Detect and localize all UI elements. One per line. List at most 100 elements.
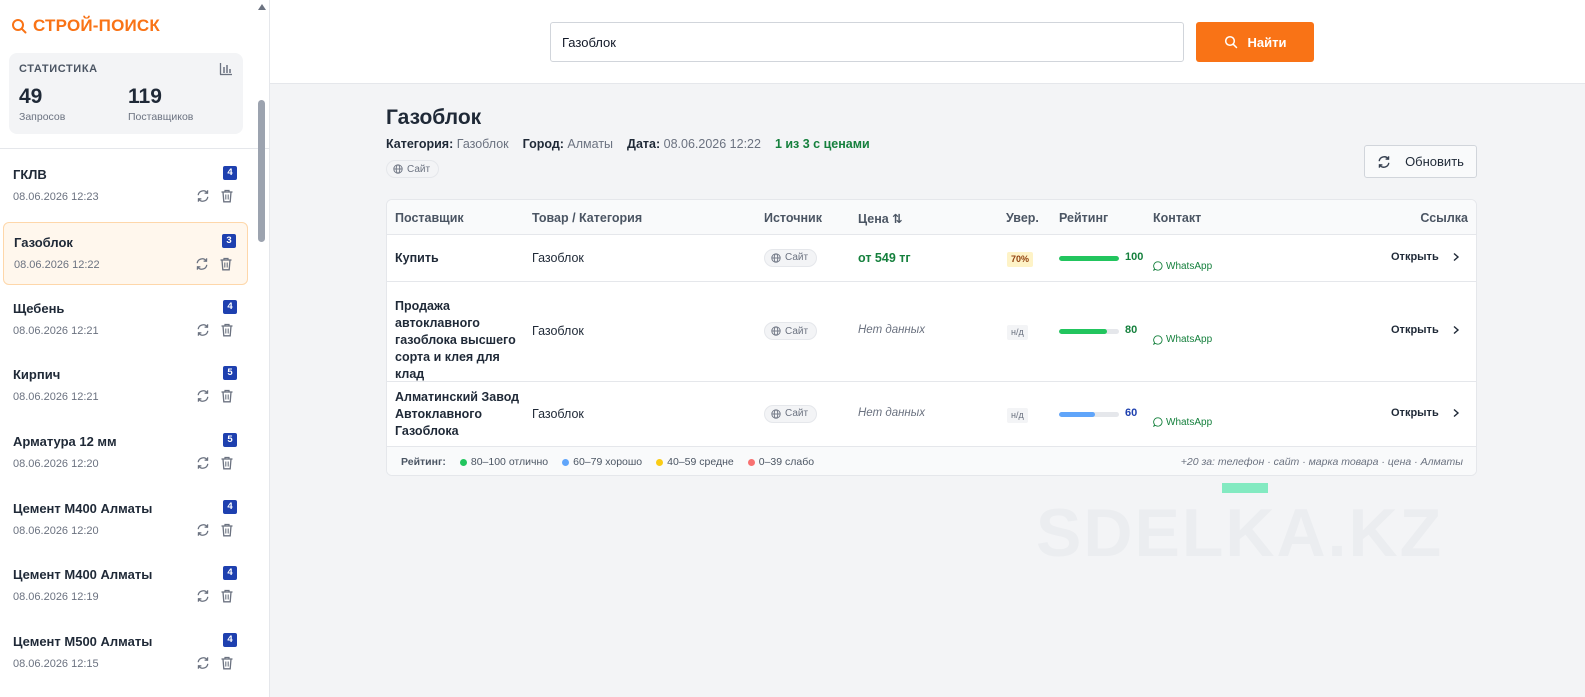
whatsapp-link[interactable]: WhatsApp	[1153, 417, 1212, 428]
search-input[interactable]	[550, 22, 1184, 62]
globe-icon	[393, 164, 403, 174]
whatsapp-link[interactable]: WhatsApp	[1153, 334, 1212, 345]
product-category: Газоблок	[532, 324, 584, 338]
history-item-name: Цемент М500 Алматы	[13, 634, 153, 649]
refresh-icon[interactable]	[196, 656, 210, 670]
table-footer: Рейтинг: 80–100 отлично 60–79 хорошо 40–59…	[387, 447, 1476, 475]
results-table: Поставщик Товар / Категория Источник Цен…	[386, 199, 1477, 476]
col-confidence: Увер.	[1006, 211, 1039, 225]
history-item-name: Кирпич	[13, 367, 61, 382]
globe-icon	[771, 408, 781, 419]
history-item[interactable]: Газоблок 08.06.2026 12:22 3	[3, 222, 248, 285]
trash-icon[interactable]	[220, 323, 234, 337]
history-item[interactable]: Цемент М400 Алматы 08.06.2026 12:19 4	[3, 555, 248, 618]
category-label: Категория:	[386, 137, 454, 151]
refresh-icon[interactable]	[195, 257, 209, 271]
legend-label: 60–79 хорошо	[573, 456, 643, 468]
trash-icon[interactable]	[219, 257, 233, 271]
refresh-icon[interactable]	[196, 389, 210, 403]
legend-title: Рейтинг:	[401, 456, 446, 468]
globe-icon	[771, 252, 781, 263]
trash-icon[interactable]	[220, 189, 234, 203]
source-tag: Сайт	[386, 160, 440, 178]
col-product: Товар / Категория	[532, 211, 643, 225]
history-item[interactable]: Цемент М500 Алматы 08.06.2026 12:15 4	[3, 622, 248, 685]
rating-value: 80	[1125, 324, 1138, 336]
col-price-sort[interactable]: Цена ⇅	[858, 211, 903, 226]
table-row: Продажа автоклавного газоблока высшего с…	[387, 282, 1476, 382]
city-label: Город:	[522, 137, 564, 151]
history-item[interactable]: ГКЛВ 08.06.2026 12:23 4	[3, 155, 248, 218]
trash-icon[interactable]	[220, 523, 234, 537]
col-link: Ссылка	[1420, 211, 1468, 225]
trash-icon[interactable]	[220, 656, 234, 670]
confidence-badge: н/д	[1007, 325, 1028, 340]
legend-item: 0–39 слабо	[747, 456, 814, 468]
rating-bar	[1059, 329, 1119, 334]
open-link[interactable]: Открыть	[1391, 324, 1461, 336]
refresh-icon[interactable]	[196, 323, 210, 337]
trash-icon[interactable]	[220, 389, 234, 403]
supplier-name: Алматинский Завод Автоклавного Газоблока	[395, 390, 520, 438]
scroll-up-arrow-icon[interactable]	[258, 4, 266, 10]
open-link[interactable]: Открыть	[1391, 407, 1461, 419]
trash-icon[interactable]	[220, 456, 234, 470]
refresh-icon[interactable]	[196, 523, 210, 537]
whatsapp-icon	[1153, 261, 1163, 271]
open-link-label: Открыть	[1391, 406, 1439, 419]
rating-bar	[1059, 255, 1119, 261]
refresh-button-label: Обновить	[1405, 154, 1464, 169]
brand-logo[interactable]: СТРОЙ-ПОИСК	[11, 16, 160, 36]
history-item-date: 08.06.2026 12:21	[13, 325, 99, 337]
green-highlight-mark	[1222, 483, 1268, 493]
history-item-count-badge: 4	[223, 633, 237, 647]
brand-name: СТРОЙ-ПОИСК	[33, 16, 160, 35]
table-row: Купить Газоблок Сайт от 549 тг 70% 100 WhatsAp…	[387, 235, 1476, 282]
history-item-count-badge: 4	[223, 166, 237, 180]
legend-item: 60–79 хорошо	[562, 456, 642, 468]
col-rating: Рейтинг	[1059, 211, 1109, 225]
rating-bar	[1059, 411, 1119, 417]
source-badge-label: Сайт	[785, 408, 809, 419]
history-item-count-badge: 5	[223, 433, 237, 447]
price-value: Нет данных	[858, 324, 925, 336]
whatsapp-icon	[1153, 334, 1163, 345]
legend-label: 80–100 отлично	[470, 456, 549, 468]
refresh-icon[interactable]	[196, 456, 210, 470]
open-link[interactable]: Открыть	[1391, 251, 1461, 263]
col-supplier: Поставщик	[395, 211, 464, 225]
legend-item: 80–100 отлично	[459, 456, 549, 468]
priced-summary: 1 из 3 с ценами	[774, 137, 870, 151]
rating-footnote: +20 за: телефон · сайт · марка товара · …	[1180, 456, 1463, 468]
refresh-icon[interactable]	[196, 189, 210, 203]
rating-bar-fill	[1059, 411, 1095, 417]
product-category: Газоблок	[532, 250, 584, 265]
supplier-name: Купить	[395, 251, 439, 265]
history-item-date: 08.06.2026 12:20	[13, 458, 99, 470]
globe-icon	[771, 326, 781, 336]
refresh-icon[interactable]	[196, 589, 210, 603]
history-item[interactable]: Щебень 08.06.2026 12:21 4	[3, 289, 248, 352]
history-item[interactable]: Кирпич 08.06.2026 12:21 5	[3, 355, 248, 418]
stats-panel: СТАТИСТИКА 49 Запросов 119 Поставщиков	[9, 53, 243, 134]
search-bar: Найти	[270, 0, 1585, 84]
trash-icon[interactable]	[220, 589, 234, 603]
whatsapp-link[interactable]: WhatsApp	[1153, 261, 1212, 272]
rating-value: 100	[1125, 250, 1144, 263]
search-button[interactable]: Найти	[1196, 22, 1314, 62]
price-value: от 549 тг	[858, 250, 911, 265]
sidebar: СТРОЙ-ПОИСК СТАТИСТИКА 49 Запросов 119 П…	[0, 0, 270, 697]
history-item-name: Щебень	[13, 301, 65, 316]
legend-dot	[747, 458, 755, 466]
col-source: Источник	[764, 211, 822, 225]
history-item[interactable]: Арматура 12 мм 08.06.2026 12:20 5	[3, 422, 248, 485]
history-item-count-badge: 4	[223, 566, 237, 580]
category-value: Газоблок	[456, 137, 509, 151]
sidebar-scrollbar[interactable]	[258, 100, 265, 242]
source-badge-label: Сайт	[785, 325, 809, 337]
suppliers-count: 119	[128, 85, 162, 108]
history-item[interactable]: Цемент М400 Алматы 08.06.2026 12:20 4	[3, 489, 248, 552]
refresh-button[interactable]: Обновить	[1364, 145, 1477, 178]
search-icon	[1224, 35, 1237, 49]
source-badge: Сайт	[764, 404, 818, 423]
